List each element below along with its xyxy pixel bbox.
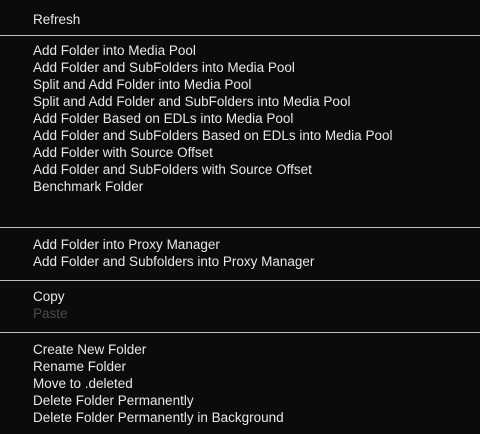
- menu-item-delete-folder-permanently[interactable]: Delete Folder Permanently: [33, 392, 480, 409]
- menu-item-split-and-add-folder[interactable]: Split and Add Folder into Media Pool: [33, 76, 480, 93]
- menu-item-add-folder-and-subfolders-based-on-edls[interactable]: Add Folder and SubFolders Based on EDLs …: [33, 127, 480, 144]
- context-menu: Refresh Add Folder into Media Pool Add F…: [0, 0, 480, 434]
- menu-group-folder-actions: Create New Folder Rename Folder Move to …: [33, 341, 480, 426]
- menu-item-add-folder-and-subfolders-with-source-offset[interactable]: Add Folder and SubFolders with Source Of…: [33, 161, 480, 178]
- menu-item-add-folder-based-on-edls[interactable]: Add Folder Based on EDLs into Media Pool: [33, 110, 480, 127]
- menu-item-create-new-folder[interactable]: Create New Folder: [33, 341, 480, 358]
- menu-item-add-folder-and-subfolders-into-media-pool[interactable]: Add Folder and SubFolders into Media Poo…: [33, 59, 480, 76]
- menu-separator: [0, 280, 480, 281]
- menu-group-refresh: Refresh: [33, 11, 480, 28]
- menu-item-add-folder-into-media-pool[interactable]: Add Folder into Media Pool: [33, 42, 480, 59]
- menu-item-benchmark-folder[interactable]: Benchmark Folder: [33, 178, 480, 195]
- menu-separator: [0, 35, 480, 36]
- menu-item-split-and-add-folder-and-subfolders[interactable]: Split and Add Folder and SubFolders into…: [33, 93, 480, 110]
- menu-item-refresh[interactable]: Refresh: [33, 11, 480, 28]
- menu-item-add-folder-with-source-offset[interactable]: Add Folder with Source Offset: [33, 144, 480, 161]
- menu-item-copy[interactable]: Copy: [33, 288, 480, 305]
- menu-item-paste: Paste: [33, 306, 68, 321]
- menu-item-move-to-deleted[interactable]: Move to .deleted: [33, 375, 480, 392]
- menu-group-proxy-manager: Add Folder into Proxy Manager Add Folder…: [33, 236, 480, 270]
- menu-group-clipboard: Copy Paste: [33, 288, 480, 322]
- menu-item-add-folder-into-proxy-manager[interactable]: Add Folder into Proxy Manager: [33, 236, 480, 253]
- menu-separator: [0, 332, 480, 333]
- menu-item-rename-folder[interactable]: Rename Folder: [33, 358, 480, 375]
- menu-item-add-folder-and-subfolders-into-proxy-manager[interactable]: Add Folder and Subfolders into Proxy Man…: [33, 253, 480, 270]
- menu-item-delete-folder-permanently-in-background[interactable]: Delete Folder Permanently in Background: [33, 409, 480, 426]
- menu-separator: [0, 227, 480, 228]
- menu-group-media-pool: Add Folder into Media Pool Add Folder an…: [33, 42, 480, 195]
